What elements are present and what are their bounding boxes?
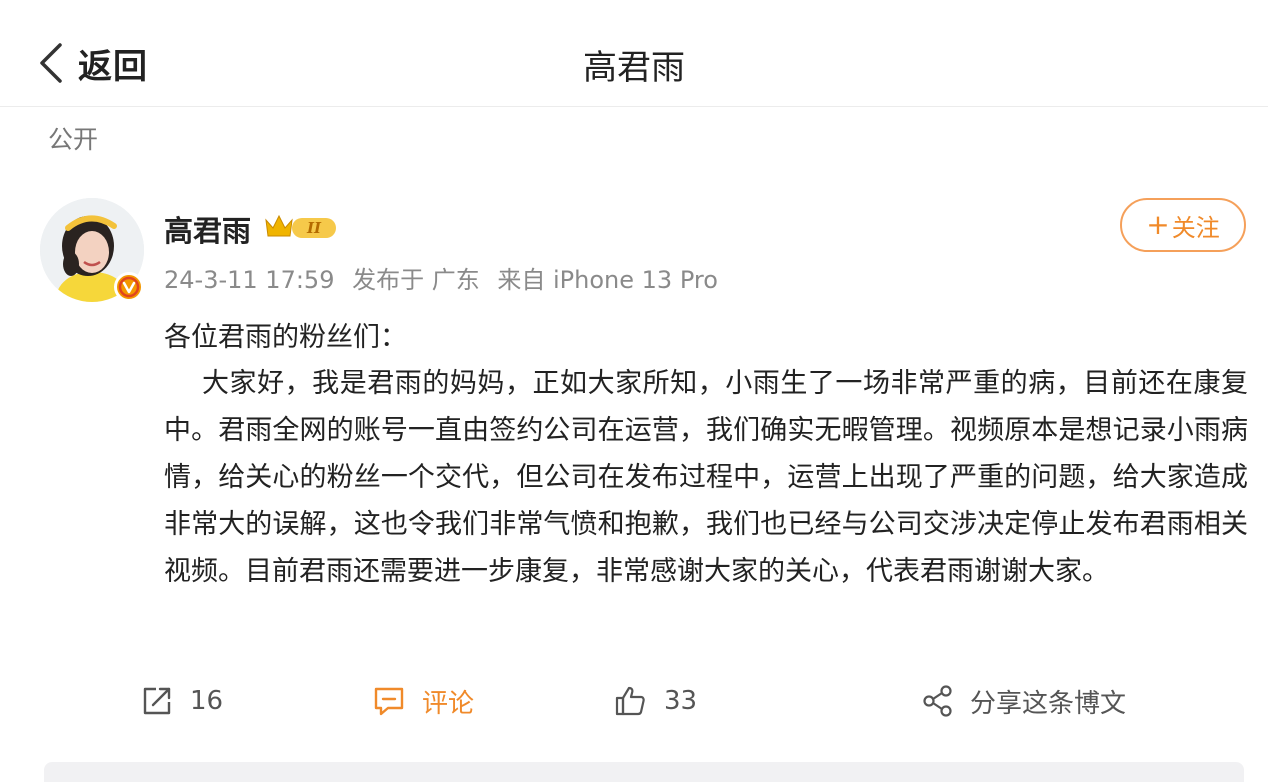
repost-button[interactable]: 16 bbox=[140, 676, 223, 726]
follow-label: 关注 bbox=[1171, 213, 1220, 242]
post-meta: 24-3-11 17:59 发布于 广东 来自 iPhone 13 Pro bbox=[164, 260, 728, 295]
comment-icon bbox=[374, 687, 404, 716]
post-location: 发布于 广东 bbox=[352, 266, 480, 294]
post-source: 来自 iPhone 13 Pro bbox=[497, 266, 718, 294]
vip-crown-icon[interactable]: II bbox=[264, 212, 340, 246]
share-icon bbox=[923, 685, 952, 717]
thumbs-up-icon bbox=[615, 686, 645, 716]
weibo-post-page: 返回 高君雨 公开 高君雨 II 24-3-11 17:59 发布于 广东 来自… bbox=[0, 0, 1268, 782]
post-greeting: 各位君雨的粉丝们： bbox=[164, 322, 407, 353]
share-label: 分享这条博文 bbox=[970, 688, 1127, 719]
verified-badge-icon bbox=[114, 272, 144, 302]
next-card-edge bbox=[44, 762, 1244, 782]
page-title: 高君雨 bbox=[583, 48, 685, 88]
like-count: 33 bbox=[664, 686, 698, 716]
plus-icon: + bbox=[1146, 208, 1170, 241]
follow-button[interactable]: + 关注 bbox=[1120, 198, 1246, 252]
like-button[interactable]: 33 bbox=[614, 676, 697, 726]
comment-label: 评论 bbox=[422, 688, 475, 719]
post-body-text: 大家好，我是君雨的妈妈，正如大家所知，小雨生了一场非常严重的病，目前还在康复中。… bbox=[164, 368, 1248, 587]
repost-icon bbox=[143, 687, 171, 715]
top-nav-bar: 返回 高君雨 bbox=[0, 0, 1268, 107]
repost-count: 16 bbox=[190, 686, 224, 716]
post-action-bar: 16 评论 33 分享这条博文 bbox=[0, 676, 1268, 726]
visibility-label: 公开 bbox=[48, 125, 99, 154]
post-time: 24-3-11 17:59 bbox=[164, 266, 335, 294]
author-name[interactable]: 高君雨 bbox=[164, 208, 251, 250]
vip-level-text: II bbox=[306, 219, 322, 237]
share-button[interactable]: 分享这条博文 bbox=[922, 676, 1126, 726]
comment-button[interactable]: 评论 bbox=[372, 676, 474, 726]
